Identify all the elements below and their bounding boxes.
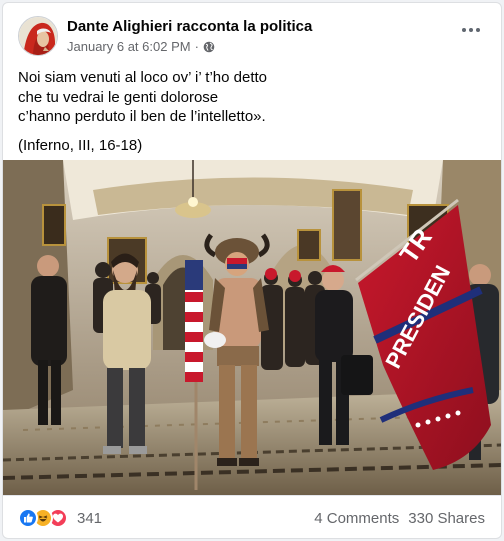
verse-citation: (Inferno, III, 16-18) <box>18 136 143 154</box>
post-timestamp[interactable]: January 6 at 6:02 PM <box>67 39 191 54</box>
verse-line-2: che tu vedrai le genti dolorose <box>18 88 219 106</box>
dante-portrait-avatar <box>19 17 57 55</box>
verse-line-3: c’hanno perduto il ben de l’intelletto». <box>18 108 266 125</box>
comments-link[interactable]: 4 Comments <box>314 510 399 527</box>
meta-separator: · <box>194 39 199 54</box>
page-avatar[interactable] <box>18 16 58 56</box>
globe-icon[interactable] <box>203 41 215 53</box>
capitol-crowd-photo: TR PRESIDEN <box>3 160 501 495</box>
post-text: Noi siam venuti al loco ov’ i’ t’ho dett… <box>18 68 488 155</box>
verse-line-1: Noi siam venuti al loco ov’ i’ t’ho dett… <box>18 69 268 86</box>
reactions-summary[interactable]: 341 <box>18 508 102 528</box>
post-photo[interactable]: TR PRESIDEN <box>3 160 501 495</box>
american-flag <box>185 260 203 382</box>
post-header: Dante Alighieri racconta la politica Jan… <box>3 3 501 65</box>
like-icon <box>18 508 38 528</box>
shares-link[interactable]: 330 Shares <box>408 510 485 527</box>
reaction-count: 341 <box>77 509 103 527</box>
post-footer: 341 4 Comments 330 Shares <box>3 495 501 538</box>
more-options-icon[interactable] <box>459 23 483 37</box>
post-meta: January 6 at 6:02 PM · <box>67 39 215 54</box>
page-name-link[interactable]: Dante Alighieri racconta la politica <box>67 18 312 35</box>
engagement-counts: 4 Comments 330 Shares <box>314 510 485 527</box>
post-card: Dante Alighieri racconta la politica Jan… <box>2 2 502 539</box>
